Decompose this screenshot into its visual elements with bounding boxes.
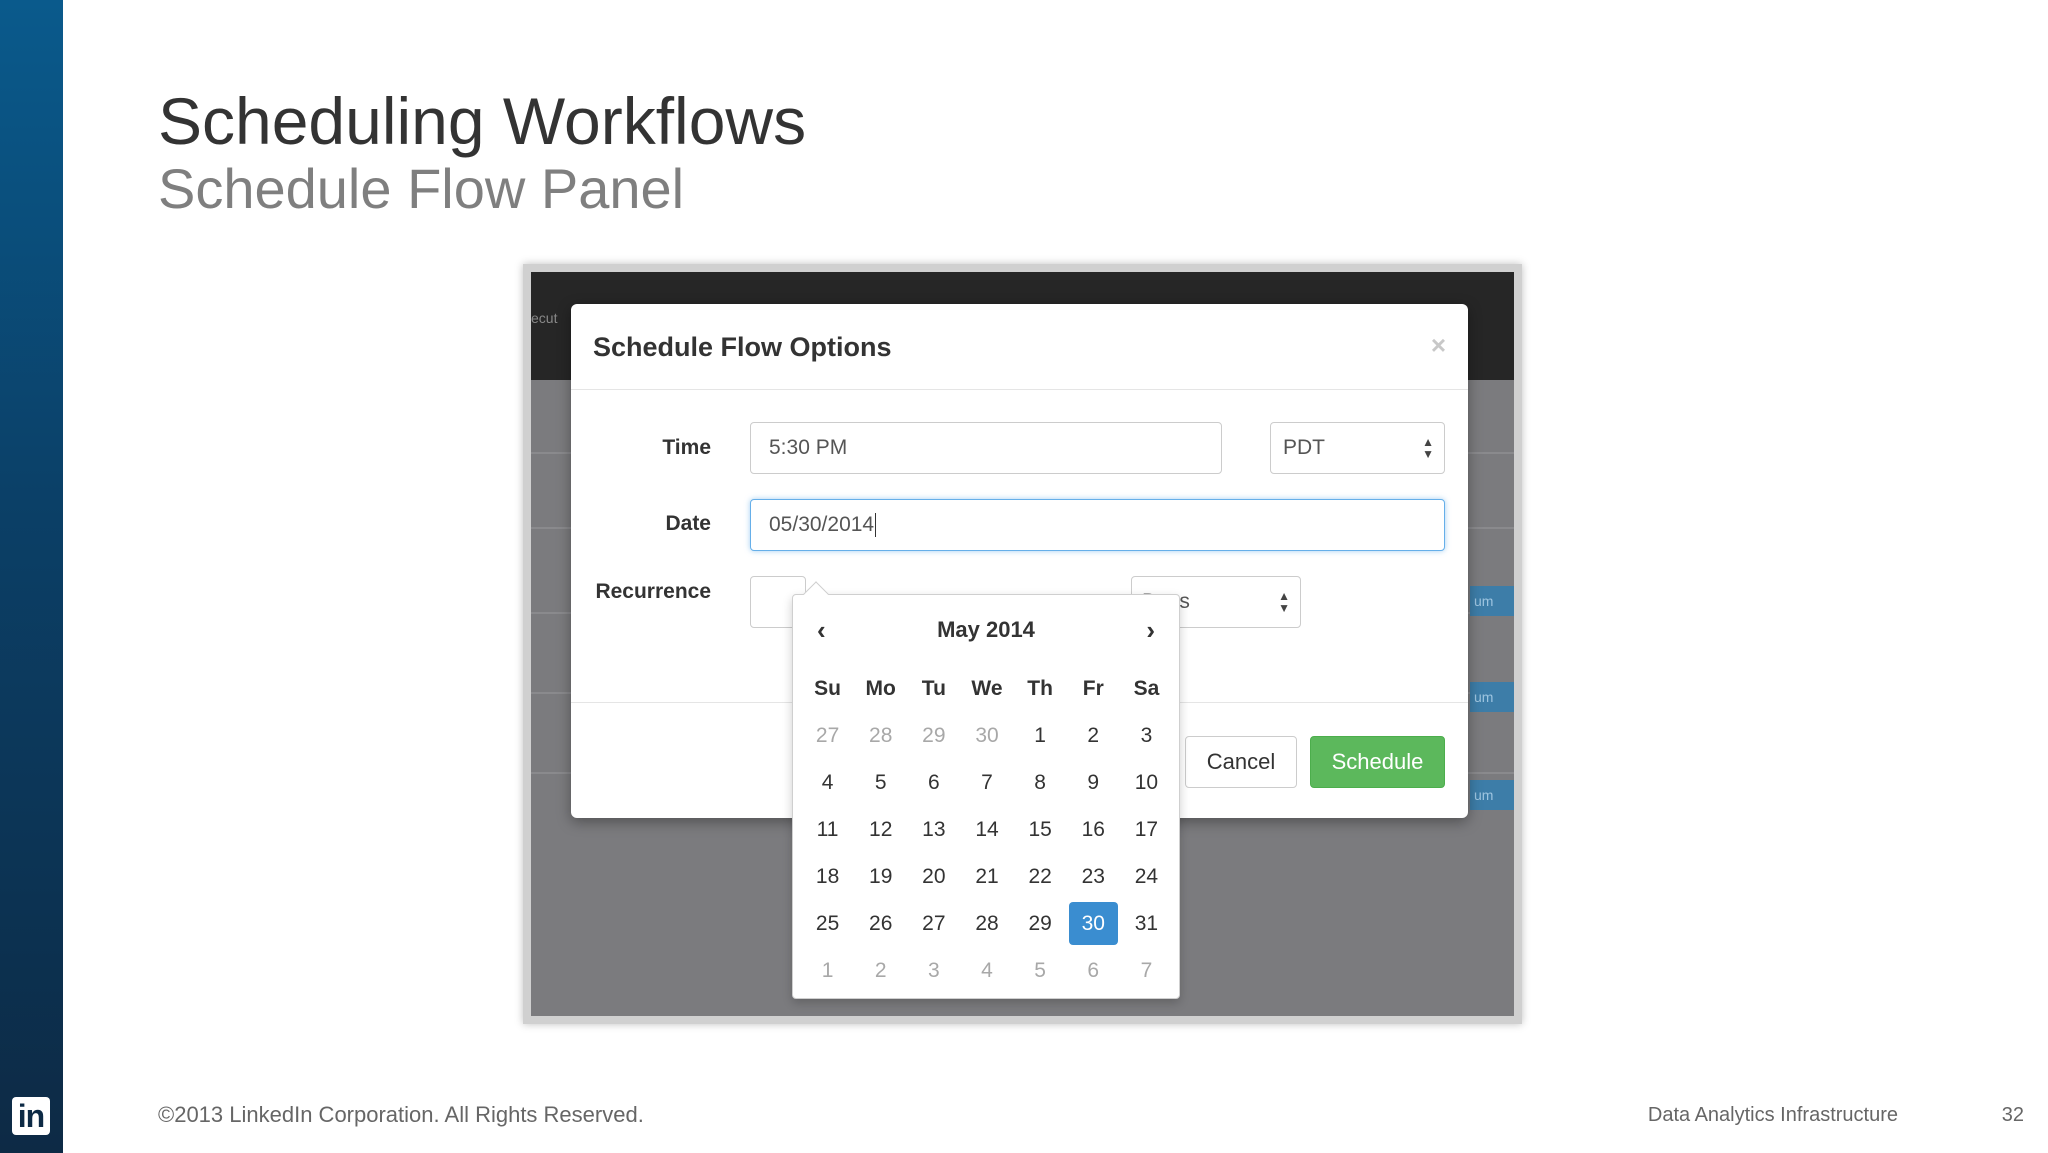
linkedin-logo-icon: in <box>12 1097 50 1135</box>
date-label: Date <box>665 512 711 535</box>
datepicker-day[interactable]: 10 <box>1122 761 1171 804</box>
time-label: Time <box>662 436 711 459</box>
datepicker-day[interactable]: 19 <box>856 855 905 898</box>
datepicker-day[interactable]: 6 <box>1069 949 1118 992</box>
datepicker-day[interactable]: 1 <box>1016 714 1065 757</box>
datepicker-day[interactable]: 3 <box>1122 714 1171 757</box>
close-icon[interactable]: × <box>1431 330 1446 361</box>
schedule-flow-modal: Schedule Flow Options × Time 5:30 PM PDT… <box>571 304 1468 999</box>
datepicker-day[interactable]: 13 <box>909 808 958 851</box>
app-background: ecut um um um Schedule Flow Options × Ti… <box>531 272 1514 1016</box>
datepicker-month[interactable]: May 2014 <box>793 617 1179 643</box>
navbar-text: ecut <box>531 310 558 326</box>
datepicker-day[interactable]: 21 <box>962 855 1011 898</box>
page-number: 32 <box>2001 1104 2024 1126</box>
copyright-text: ©2013 LinkedIn Corporation. All Rights R… <box>158 1102 644 1127</box>
modal-title: Schedule Flow Options <box>593 332 892 362</box>
slide-sidebar <box>0 0 63 1153</box>
datepicker-day[interactable]: 5 <box>1016 949 1065 992</box>
select-arrows-icon: ▲ ▼ <box>1422 435 1434 461</box>
datepicker: May 2014 ‹ › Su Mo Tu We Th Fr Sa 27 28 29 30 1 2 3 4 5… <box>792 581 1180 999</box>
datepicker-day[interactable]: 29 <box>909 714 958 757</box>
datepicker-day[interactable]: 16 <box>1069 808 1118 851</box>
background-button[interactable]: um <box>1470 682 1514 712</box>
background-button[interactable]: um <box>1470 586 1514 616</box>
datepicker-day[interactable]: 4 <box>803 761 852 804</box>
datepicker-day[interactable]: 29 <box>1016 902 1065 945</box>
datepicker-day-selected[interactable]: 30 <box>1068 902 1118 945</box>
weekday-header: Fr <box>1082 677 1104 700</box>
weekday-header: Sa <box>1133 677 1160 700</box>
datepicker-grid: Su Mo Tu We Th Fr Sa 27 28 29 30 1 2 3 4 5 6 7 8 9 10 11 12 13 1… <box>801 665 1173 994</box>
datepicker-day[interactable]: 2 <box>1069 714 1118 757</box>
schedule-button[interactable]: Schedule <box>1310 736 1445 788</box>
datepicker-day[interactable]: 27 <box>909 902 958 945</box>
footer-label: Data Analytics Infrastructure <box>1647 1104 1898 1126</box>
datepicker-day[interactable]: 1 <box>803 949 852 992</box>
datepicker-day[interactable]: 25 <box>803 902 852 945</box>
datepicker-day[interactable]: 18 <box>803 855 852 898</box>
slide-subtitle: Schedule Flow Panel <box>158 157 685 220</box>
datepicker-day[interactable]: 7 <box>962 761 1011 804</box>
datepicker-day[interactable]: 20 <box>909 855 958 898</box>
datepicker-day[interactable]: 15 <box>1016 808 1065 851</box>
text-cursor <box>875 513 877 538</box>
datepicker-day[interactable]: 8 <box>1016 761 1065 804</box>
timezone-select[interactable]: PDT ▲ ▼ <box>1270 422 1445 474</box>
datepicker-day[interactable]: 28 <box>856 714 905 757</box>
date-value: 05/30/2014 <box>769 513 875 536</box>
datepicker-day[interactable]: 2 <box>856 949 905 992</box>
datepicker-day[interactable]: 27 <box>803 714 852 757</box>
datepicker-day[interactable]: 6 <box>909 761 958 804</box>
time-input[interactable]: 5:30 PM <box>750 422 1222 474</box>
next-month-icon[interactable]: › <box>1146 615 1155 646</box>
datepicker-day[interactable]: 22 <box>1016 855 1065 898</box>
modal-header: Schedule Flow Options × <box>571 304 1468 390</box>
datepicker-day[interactable]: 9 <box>1069 761 1118 804</box>
timezone-value: PDT <box>1283 436 1325 459</box>
weekday-header: Th <box>1027 677 1053 700</box>
recurrence-label: Recurrence <box>595 580 711 603</box>
datepicker-day[interactable]: 26 <box>856 902 905 945</box>
cancel-button[interactable]: Cancel <box>1185 736 1297 788</box>
weekday-header: Tu <box>921 677 946 700</box>
datepicker-day[interactable]: 3 <box>909 949 958 992</box>
datepicker-pointer <box>803 581 829 607</box>
datepicker-day[interactable]: 31 <box>1122 902 1171 945</box>
datepicker-day[interactable]: 11 <box>803 808 852 851</box>
weekday-header: Su <box>814 677 841 700</box>
datepicker-day[interactable]: 23 <box>1069 855 1118 898</box>
weekday-header: Mo <box>865 677 896 700</box>
select-arrows-icon: ▲ ▼ <box>1278 589 1290 615</box>
datepicker-day[interactable]: 5 <box>856 761 905 804</box>
prev-month-icon[interactable]: ‹ <box>817 615 826 646</box>
weekday-header: We <box>971 677 1003 700</box>
datepicker-day[interactable]: 12 <box>856 808 905 851</box>
datepicker-day[interactable]: 17 <box>1122 808 1171 851</box>
datepicker-day[interactable]: 30 <box>962 714 1011 757</box>
background-button[interactable]: um <box>1470 780 1514 810</box>
datepicker-day[interactable]: 4 <box>962 949 1011 992</box>
datepicker-day[interactable]: 24 <box>1122 855 1171 898</box>
datepicker-day[interactable]: 7 <box>1122 949 1171 992</box>
datepicker-day[interactable]: 14 <box>962 808 1011 851</box>
date-input[interactable]: 05/30/2014 <box>750 499 1445 551</box>
slide-title: Scheduling Workflows <box>158 84 807 158</box>
screenshot-frame: ecut um um um Schedule Flow Options × Ti… <box>523 264 1522 1024</box>
datepicker-day[interactable]: 28 <box>962 902 1011 945</box>
